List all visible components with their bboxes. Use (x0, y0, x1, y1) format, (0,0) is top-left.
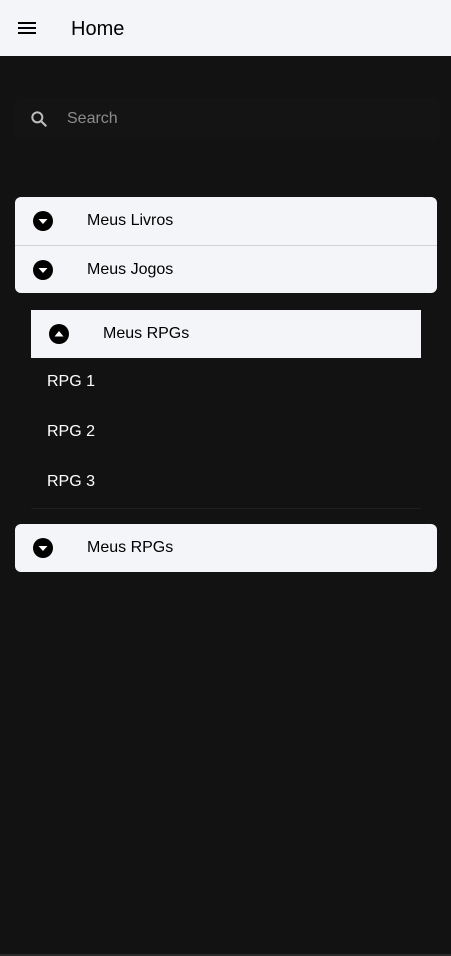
accordion-item-meus-rpgs[interactable]: Meus RPGs (15, 524, 437, 572)
list-item-label: RPG 3 (47, 473, 96, 490)
chevron-down-circle-icon (33, 538, 53, 558)
accordion-item-label: Meus RPGs (103, 325, 190, 342)
accordion-group-expanded: Meus RPGs RPG 1 RPG 2 RPG 3 (31, 310, 421, 509)
chevron-up-circle-icon (49, 324, 69, 344)
list-item-label: RPG 2 (47, 423, 96, 440)
accordion-item-meus-rpgs-expanded[interactable]: Meus RPGs (31, 310, 421, 358)
list-item-rpg-1[interactable]: RPG 1 (31, 358, 421, 408)
accordion-item-meus-livros[interactable]: Meus Livros (15, 197, 437, 245)
search-bar (15, 98, 440, 140)
accordion-item-meus-jogos[interactable]: Meus Jogos (15, 245, 437, 293)
accordion-item-label: Meus RPGs (87, 539, 174, 556)
accordion-content: RPG 1 RPG 2 RPG 3 (31, 358, 421, 509)
accordion-item-label: Meus Livros (87, 212, 174, 229)
search-icon (31, 111, 47, 127)
list-item-label: RPG 1 (47, 373, 96, 390)
accordion-item-label: Meus Jogos (87, 261, 174, 278)
accordion-group-bottom: Meus RPGs (15, 524, 437, 572)
accordion-group-top: Meus Livros Meus Jogos (15, 197, 437, 293)
chevron-down-circle-icon (33, 211, 53, 231)
list-item-rpg-2[interactable]: RPG 2 (31, 408, 421, 458)
page-title: Home (71, 18, 125, 40)
menu-icon (18, 22, 36, 34)
menu-button[interactable] (0, 0, 54, 56)
list-item-rpg-3[interactable]: RPG 3 (31, 458, 421, 508)
top-toolbar: Home (0, 0, 451, 56)
search-input[interactable] (67, 98, 427, 140)
chevron-down-circle-icon (33, 260, 53, 280)
